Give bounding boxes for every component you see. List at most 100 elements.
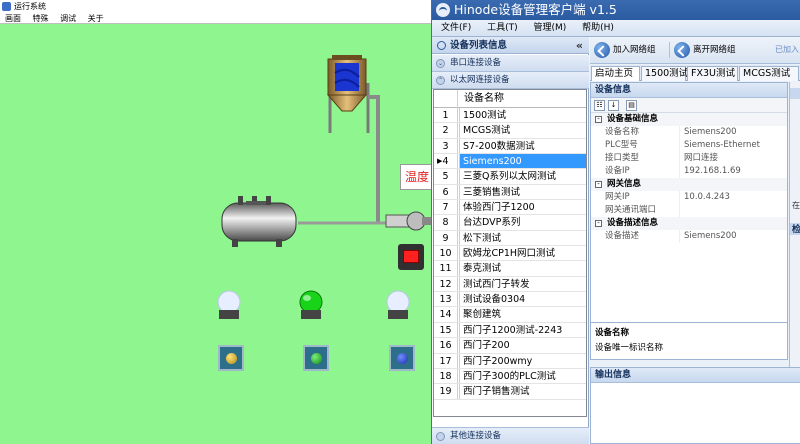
row-index[interactable]: 9 (434, 230, 458, 246)
device-name-cell[interactable]: 体验西门子1200 (459, 200, 586, 215)
control-button-1[interactable] (218, 345, 244, 371)
device-row[interactable]: 19 西门子销售测试 (434, 384, 586, 400)
property-pages-icon[interactable]: ▤ (626, 100, 637, 111)
menu-manage[interactable]: 管理(M) (524, 20, 570, 37)
row-index[interactable]: 2 (434, 123, 458, 138)
row-index[interactable]: 6 (434, 184, 458, 200)
sort-alpha-icon[interactable]: ↓ (608, 100, 619, 111)
row-index[interactable]: 7 (434, 200, 458, 215)
device-name-cell[interactable]: 西门子300的PLC测试 (459, 368, 586, 384)
menu-tools[interactable]: 工具(T) (478, 20, 522, 37)
control-button-2[interactable] (303, 345, 329, 371)
property-group[interactable]: - 设备描述信息 (591, 217, 787, 230)
device-row[interactable]: 4 ▶ Siemens200 (434, 154, 586, 170)
menu-help[interactable]: 帮助(H) (573, 20, 618, 37)
column-header-device-name[interactable]: 设备名称 (464, 90, 504, 108)
device-name-cell[interactable]: 测试西门子转发 (459, 276, 586, 292)
bg-menu-item[interactable]: 关于 (83, 13, 108, 24)
device-name-cell[interactable]: 测试设备0304 (459, 292, 586, 307)
tab-fx3u[interactable]: FX3U测试 (687, 66, 738, 81)
collapse-icon[interactable]: - (595, 181, 602, 188)
collapse-icon[interactable]: - (595, 116, 602, 123)
device-row[interactable]: 1 1500测试 (434, 108, 586, 124)
device-row[interactable]: 12 测试西门子转发 (434, 276, 586, 293)
device-row[interactable]: 9 松下测试 (434, 230, 586, 247)
device-row[interactable]: 2 MCGS测试 (434, 123, 586, 139)
leave-network-group-button[interactable]: 离开网络组 (672, 40, 736, 60)
ethernet-devices-section[interactable]: ⌃ 以太网连接设备 (432, 72, 589, 89)
tab-1500[interactable]: 1500测试 (641, 66, 688, 81)
row-index[interactable]: 13 (434, 292, 458, 307)
tab-home[interactable]: 启动主页 (591, 66, 640, 81)
row-index[interactable]: 18 (434, 368, 458, 384)
join-network-group-button[interactable]: 加入网络组 (592, 40, 656, 60)
collapse-icon[interactable]: - (595, 220, 602, 227)
grid-corner[interactable] (434, 90, 458, 108)
property-row[interactable]: 设备描述 Siemens200 (591, 230, 787, 243)
device-name-cell[interactable]: Siemens200 (459, 154, 586, 169)
property-row[interactable]: PLC型号 Siemens-Ethernet (591, 139, 787, 152)
bg-menu-item[interactable]: 调试 (55, 13, 80, 24)
device-row[interactable]: 14 聚创建筑 (434, 307, 586, 323)
bg-menu-item[interactable]: 特殊 (28, 13, 53, 24)
device-row[interactable]: 6 三菱销售测试 (434, 184, 586, 201)
row-index[interactable]: 17 (434, 353, 458, 368)
device-name-cell[interactable]: 欧姆龙CP1H网口测试 (459, 246, 586, 261)
property-group[interactable]: - 设备基础信息 (591, 113, 787, 126)
device-name-cell[interactable]: 西门子销售测试 (459, 384, 586, 399)
row-index[interactable]: 10 (434, 246, 458, 261)
property-value[interactable]: Siemens200 (684, 230, 737, 243)
device-name-cell[interactable]: 台达DVP系列 (459, 215, 586, 230)
row-index[interactable]: 3 (434, 138, 458, 154)
device-row[interactable]: 17 西门子200wmy (434, 353, 586, 369)
device-row[interactable]: 16 西门子200 (434, 338, 586, 354)
row-index[interactable]: 16 (434, 338, 458, 353)
row-index[interactable]: 19 (434, 384, 458, 399)
device-name-cell[interactable]: 西门子1200测试-2243 (459, 322, 586, 338)
tab-mcgs[interactable]: MCGS测试 (739, 66, 799, 81)
property-row[interactable]: 接口类型 网口连接 (591, 152, 787, 165)
row-index[interactable]: 11 (434, 261, 458, 276)
device-row[interactable]: 5 三菱Q系列以太网测试 (434, 169, 586, 185)
device-name-cell[interactable]: S7-200数据测试 (459, 138, 586, 154)
device-name-cell[interactable]: 西门子200wmy (459, 353, 586, 368)
device-row[interactable]: 15 西门子1200测试-2243 (434, 322, 586, 339)
property-value[interactable]: 10.0.4.243 (684, 191, 730, 204)
row-index[interactable]: 8 (434, 215, 458, 230)
device-row[interactable]: 11 泰克测试 (434, 261, 586, 277)
property-value[interactable]: Siemens200 (684, 126, 737, 139)
other-devices-section[interactable]: 其他连接设备 (432, 427, 589, 444)
device-name-cell[interactable]: MCGS测试 (459, 123, 586, 138)
device-row[interactable]: 7 体验西门子1200 (434, 200, 586, 216)
device-name-cell[interactable]: 三菱Q系列以太网测试 (459, 169, 586, 184)
collapse-panel-icon[interactable]: « (576, 37, 583, 54)
property-row[interactable]: 设备名称 Siemens200 (591, 126, 787, 139)
serial-devices-section[interactable]: ⌄ 串口连接设备 (432, 55, 589, 72)
device-row[interactable]: 18 西门子300的PLC测试 (434, 368, 586, 385)
menu-file[interactable]: 文件(F) (432, 20, 475, 37)
categorized-view-icon[interactable]: ☷ (594, 100, 605, 111)
property-row[interactable]: 网关IP 10.0.4.243 (591, 191, 787, 204)
device-name-cell[interactable]: 1500测试 (459, 108, 586, 123)
property-value[interactable]: 192.168.1.69 (684, 165, 741, 178)
alarm-indicator[interactable] (398, 244, 424, 270)
bg-menu-item[interactable]: 画面 (0, 13, 25, 24)
property-row[interactable]: 设备IP 192.168.1.69 (591, 165, 787, 178)
property-value[interactable]: 网口连接 (684, 152, 718, 165)
device-name-cell[interactable]: 松下测试 (459, 230, 586, 246)
property-group[interactable]: - 网关信息 (591, 178, 787, 191)
device-name-cell[interactable]: 三菱销售测试 (459, 184, 586, 200)
row-index[interactable]: 12 (434, 276, 458, 292)
device-name-cell[interactable]: 西门子200 (459, 338, 586, 353)
property-row[interactable]: 网关通讯端口 (591, 204, 787, 217)
device-name-cell[interactable]: 泰克测试 (459, 261, 586, 276)
device-row[interactable]: 10 欧姆龙CP1H网口测试 (434, 246, 586, 262)
device-row[interactable]: 13 测试设备0304 (434, 292, 586, 308)
row-index[interactable]: 5 (434, 169, 458, 184)
row-index[interactable]: 15 (434, 322, 458, 338)
control-button-3[interactable] (389, 345, 415, 371)
device-name-cell[interactable]: 聚创建筑 (459, 307, 586, 322)
device-row[interactable]: 3 S7-200数据测试 (434, 138, 586, 155)
device-row[interactable]: 8 台达DVP系列 (434, 215, 586, 231)
row-index[interactable]: 14 (434, 307, 458, 322)
